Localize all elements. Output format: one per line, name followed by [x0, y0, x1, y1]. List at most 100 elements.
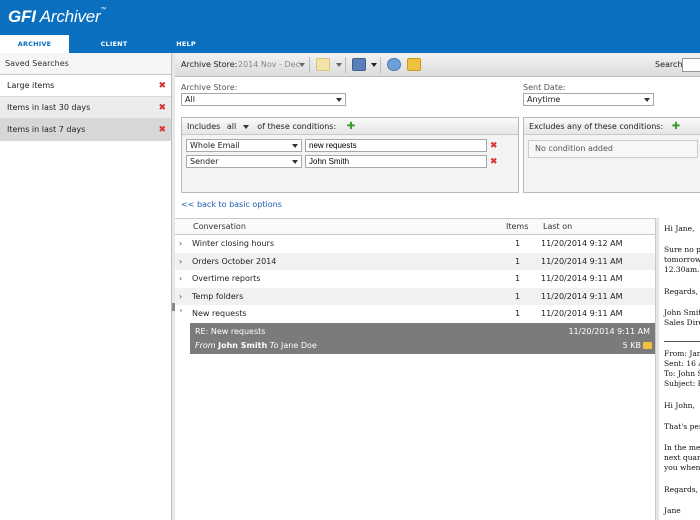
search-input[interactable]: [682, 58, 700, 72]
message-preview: Hi Jane, Sure no pr tomorrow 12.30am. Re…: [659, 218, 700, 520]
preview-line: next quart: [664, 453, 700, 462]
chevron-down-icon[interactable]: [336, 63, 342, 67]
saved-search-item[interactable]: Large items ✖: [0, 75, 171, 97]
app-header: GFI Archiver™: [0, 0, 700, 35]
select-value: Sender: [190, 157, 219, 166]
delete-icon[interactable]: ✖: [158, 75, 166, 97]
preview-line: Sent: 16 A: [664, 359, 700, 368]
item-count: 1: [515, 256, 521, 266]
tab-archive[interactable]: Archive: [0, 35, 69, 53]
includes-mode-dropdown[interactable]: all: [227, 122, 236, 131]
select-value: Whole Email: [190, 141, 240, 150]
column-items[interactable]: Items: [506, 219, 528, 235]
saved-search-item[interactable]: Items in last 30 days ✖: [0, 97, 171, 119]
preview-line: Hi John,: [664, 401, 695, 410]
excludes-label: Excludes any of these conditions:: [529, 122, 664, 131]
chevron-down-icon: [292, 160, 298, 164]
condition-value-input[interactable]: [305, 139, 487, 152]
item-count: 1: [515, 309, 521, 319]
chevron-down-icon[interactable]: [299, 63, 305, 67]
condition-field-select[interactable]: Whole Email: [186, 139, 302, 152]
no-condition-placeholder: No condition added: [528, 140, 698, 158]
includes-suffix-label: of these conditions:: [257, 122, 337, 131]
preview-line: John Smit: [664, 308, 700, 317]
toolbar-divider: [309, 57, 310, 73]
conversation-title: Overtime reports: [192, 274, 261, 284]
flag-icon[interactable]: [316, 58, 330, 71]
saved-search-label: Items in last 30 days: [7, 103, 91, 112]
column-last-on[interactable]: Last on: [543, 219, 572, 235]
conversation-title: Winter closing hours: [192, 239, 275, 248]
back-to-basic-link[interactable]: << back to basic options: [181, 200, 282, 209]
advanced-search-panel: Archive Store: All Sent Date: Anytime In…: [175, 77, 700, 218]
delete-icon[interactable]: ✖: [490, 156, 498, 168]
delete-icon[interactable]: ✖: [158, 97, 166, 119]
chevron-down-icon[interactable]: ˅: [179, 305, 183, 323]
add-condition-icon[interactable]: ✚: [672, 121, 680, 132]
condition-field-select[interactable]: Sender: [186, 155, 302, 168]
excludes-header: Excludes any of these conditions: ✚: [524, 118, 700, 135]
archive-store-dropdown[interactable]: 2014 Nov - Dec: [238, 53, 300, 77]
saved-search-label: Items in last 7 days: [7, 125, 86, 134]
conversation-row[interactable]: › Winter closing hours 1 11/20/2014 9:12…: [175, 235, 655, 253]
preview-line: Regards,: [664, 287, 698, 296]
last-on-date: 11/20/2014 9:11 AM: [541, 309, 623, 319]
preview-line: 12.30am.: [664, 265, 700, 274]
includes-label: Includes: [187, 122, 221, 131]
includes-conditions-box: Includes all of these conditions: ✚ Whol…: [181, 117, 519, 193]
chevron-down-icon: [336, 98, 342, 102]
preview-line: From: Jan: [664, 349, 700, 358]
preview-divider: [664, 341, 700, 342]
preview-line: Hi Jane,: [664, 224, 695, 233]
saved-search-label: Large items: [7, 81, 55, 90]
email-icon[interactable]: [407, 58, 421, 71]
chevron-right-icon[interactable]: ›: [179, 270, 182, 288]
preview-line: To: John S: [664, 369, 700, 378]
from-label: From: [195, 340, 216, 350]
delete-icon[interactable]: ✖: [490, 140, 498, 152]
saved-search-item[interactable]: Items in last 7 days ✖: [0, 119, 171, 141]
delete-icon[interactable]: ✖: [158, 119, 166, 141]
conversation-row[interactable]: › Temp folders 1 11/20/2014 9:11 AM: [175, 287, 655, 306]
message-participants: From John Smith To Jane Doe: [195, 341, 317, 350]
conversation-row[interactable]: ˅ New requests 1 11/20/2014 9:11 AM: [175, 305, 655, 323]
last-on-date: 11/20/2014 9:11 AM: [541, 256, 623, 266]
message-subject: RE: New requests: [195, 326, 266, 336]
sent-date-label: Sent Date:: [523, 83, 566, 92]
search-label: Search:: [655, 60, 686, 69]
preview-line: Jane: [664, 506, 681, 515]
envelope-icon: [643, 341, 652, 349]
excludes-conditions-box: Excludes any of these conditions: ✚ No c…: [523, 117, 700, 193]
chevron-right-icon[interactable]: ›: [179, 253, 182, 271]
conversation-title: Temp folders: [192, 291, 244, 301]
sent-date-select[interactable]: Anytime: [523, 93, 654, 106]
chevron-down-icon[interactable]: [371, 63, 377, 67]
archive-store-label: Archive Store:: [181, 60, 238, 69]
conversation-row[interactable]: › Overtime reports 1 11/20/2014 9:11 AM: [175, 270, 655, 288]
preview-line: Regards,: [664, 485, 698, 494]
preview-line: Subject: R: [664, 379, 700, 388]
add-condition-icon[interactable]: ✚: [347, 121, 355, 132]
archive-store-select[interactable]: All: [181, 93, 346, 106]
columns-icon[interactable]: [352, 58, 366, 71]
condition-value-input[interactable]: [305, 155, 487, 168]
conversation-row[interactable]: › Orders October 2014 1 11/20/2014 9:11 …: [175, 252, 655, 271]
preview-line: That's perf: [664, 422, 700, 431]
from-name: John Smith: [218, 340, 268, 350]
saved-searches-title: Saved Searches: [0, 53, 171, 75]
main-nav: Archive Client Access Help: [0, 35, 700, 66]
list-header: Conversation Items Last on: [175, 219, 655, 235]
chevron-down-icon[interactable]: [242, 124, 249, 129]
chevron-right-icon[interactable]: ›: [179, 235, 182, 253]
chevron-right-icon[interactable]: ›: [179, 288, 182, 306]
last-on-date: 11/20/2014 9:11 AM: [541, 274, 623, 284]
message-date: 11/20/2014 9:11 AM: [568, 326, 650, 336]
saved-searches-panel: Saved Searches Large items ✖ Items in la…: [0, 53, 172, 520]
selected-message-row[interactable]: RE: New requests 11/20/2014 9:11 AM From…: [190, 322, 655, 354]
tab-help[interactable]: Help: [176, 35, 196, 53]
item-count: 1: [515, 274, 521, 284]
column-conversation[interactable]: Conversation: [193, 219, 246, 235]
user-icon[interactable]: [387, 58, 401, 71]
preview-line: tomorrow: [664, 255, 700, 264]
tab-client-access[interactable]: Client Access: [86, 35, 142, 66]
